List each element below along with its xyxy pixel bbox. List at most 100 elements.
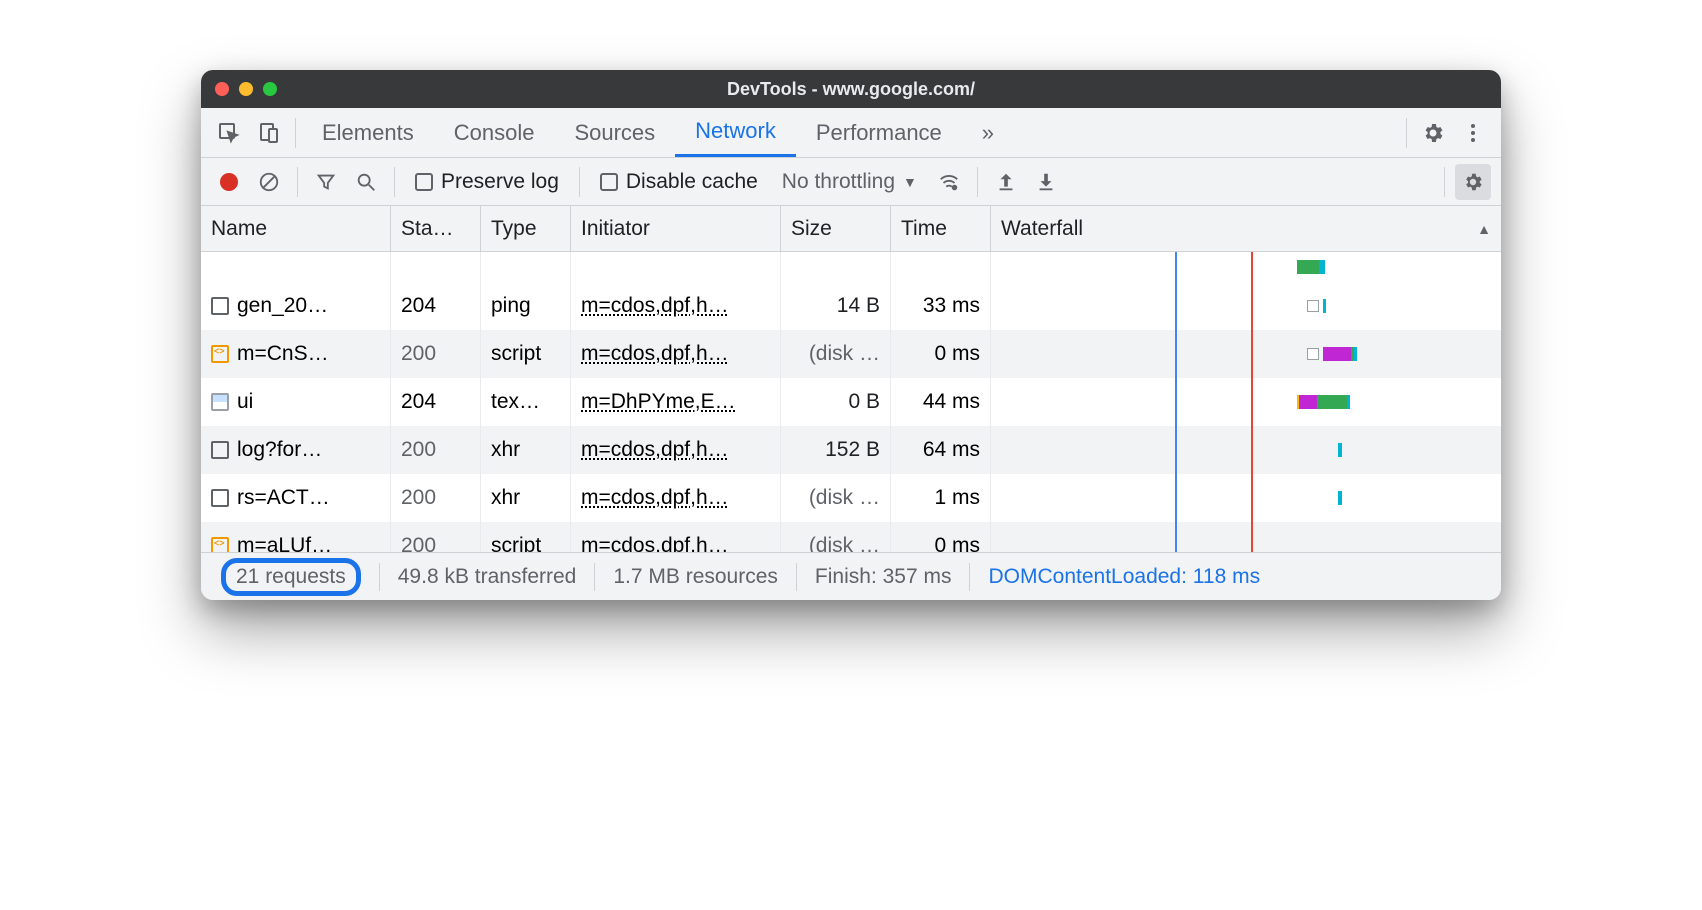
kebab-menu-icon[interactable] <box>1453 113 1493 153</box>
request-size: (disk … <box>781 474 891 522</box>
col-waterfall[interactable]: Waterfall ▲ <box>991 206 1501 251</box>
search-icon[interactable] <box>348 164 384 200</box>
table-row[interactable]: gen_20…204pingm=cdos,dpf,h…14 B33 ms <box>201 282 1501 330</box>
request-waterfall <box>991 474 1501 522</box>
filter-icon[interactable] <box>308 164 344 200</box>
inspect-element-icon[interactable] <box>209 113 249 153</box>
request-status: 200 <box>391 474 481 522</box>
request-time: 44 ms <box>891 378 991 426</box>
request-initiator[interactable]: m=cdos,dpf,h… <box>571 474 781 522</box>
divider <box>394 167 395 197</box>
col-type[interactable]: Type <box>481 206 571 251</box>
request-initiator[interactable]: m=DhPYme,E… <box>571 378 781 426</box>
request-size: 0 B <box>781 378 891 426</box>
titlebar: DevTools - www.google.com/ <box>201 70 1501 108</box>
disable-cache-checkbox[interactable]: Disable cache <box>600 170 758 194</box>
request-name: m=aLUf… <box>237 534 332 552</box>
col-initiator[interactable]: Initiator <box>571 206 781 251</box>
maximize-window-button[interactable] <box>263 82 277 96</box>
table-body: gen_20…204pingm=cdos,dpf,h…14 B33 msm=Cn… <box>201 252 1501 552</box>
request-status: 204 <box>391 282 481 330</box>
requests-count-highlight: 21 requests <box>221 558 361 596</box>
stat-requests: 21 requests <box>215 563 380 591</box>
doc-file-icon <box>211 297 229 315</box>
record-button[interactable] <box>211 164 247 200</box>
throttling-select[interactable]: No throttling ▼ <box>782 170 917 194</box>
network-conditions-icon[interactable] <box>931 164 967 200</box>
request-waterfall <box>991 378 1501 426</box>
device-toolbar-icon[interactable] <box>249 113 289 153</box>
download-har-icon[interactable] <box>1028 164 1064 200</box>
request-name: ui <box>237 390 253 414</box>
request-initiator[interactable]: m=cdos,dpf,h… <box>571 282 781 330</box>
stat-resources: 1.7 MB resources <box>595 563 797 591</box>
request-waterfall <box>991 330 1501 378</box>
request-name: m=CnS… <box>237 342 329 366</box>
request-waterfall <box>991 282 1501 330</box>
doc-file-icon <box>211 441 229 459</box>
divider <box>297 167 298 197</box>
table-row[interactable]: m=CnS… 200scriptm=cdos,dpf,h…(disk …0 ms <box>201 330 1501 378</box>
request-initiator[interactable]: m=cdos,dpf,h… <box>571 522 781 552</box>
table-row[interactable]: ui204tex…m=DhPYme,E…0 B44 ms <box>201 378 1501 426</box>
clear-button[interactable] <box>251 164 287 200</box>
stat-domcontentloaded: DOMContentLoaded: 118 ms <box>970 563 1278 591</box>
checkbox-icon <box>415 173 433 191</box>
table-row[interactable]: m=aLUf…200scriptm=cdos,dpf,h…(disk …0 ms <box>201 522 1501 552</box>
request-name: log?for… <box>237 438 322 462</box>
img-file-icon <box>211 393 229 411</box>
settings-gear-icon[interactable] <box>1413 113 1453 153</box>
divider <box>295 118 296 148</box>
request-initiator[interactable]: m=cdos,dpf,h… <box>571 330 781 378</box>
upload-har-icon[interactable] <box>988 164 1024 200</box>
divider <box>1444 167 1445 197</box>
table-header-row: Name Sta… Type Initiator Size Time Water… <box>201 206 1501 252</box>
network-settings-gear-icon[interactable] <box>1455 164 1491 200</box>
request-time: 0 ms <box>891 330 991 378</box>
divider <box>579 167 580 197</box>
col-size[interactable]: Size <box>781 206 891 251</box>
divider <box>1406 118 1407 148</box>
waterfall-overview-row <box>201 252 1501 282</box>
request-type: xhr <box>481 474 571 522</box>
table-row[interactable]: log?for…200xhrm=cdos,dpf,h…152 B64 ms <box>201 426 1501 474</box>
stat-finish: Finish: 357 ms <box>797 563 971 591</box>
request-status: 200 <box>391 330 481 378</box>
tab-network[interactable]: Network <box>675 108 796 157</box>
stat-transferred: 49.8 kB transferred <box>380 563 596 591</box>
table-row[interactable]: rs=ACT…200xhrm=cdos,dpf,h…(disk …1 ms <box>201 474 1501 522</box>
divider <box>977 167 978 197</box>
request-time: 33 ms <box>891 282 991 330</box>
close-window-button[interactable] <box>215 82 229 96</box>
request-time: 0 ms <box>891 522 991 552</box>
request-size: (disk … <box>781 522 891 552</box>
minimize-window-button[interactable] <box>239 82 253 96</box>
request-type: xhr <box>481 426 571 474</box>
col-time[interactable]: Time <box>891 206 991 251</box>
checkbox-icon <box>600 173 618 191</box>
col-name[interactable]: Name <box>201 206 391 251</box>
tab-console[interactable]: Console <box>434 108 555 157</box>
network-statusbar: 21 requests 49.8 kB transferred 1.7 MB r… <box>201 552 1501 600</box>
chevron-down-icon: ▼ <box>903 174 917 190</box>
request-waterfall <box>991 522 1501 552</box>
tab-elements[interactable]: Elements <box>302 108 434 157</box>
request-status: 200 <box>391 522 481 552</box>
col-status[interactable]: Sta… <box>391 206 481 251</box>
doc-file-icon <box>211 489 229 507</box>
request-type: ping <box>481 282 571 330</box>
network-toolbar: Preserve log Disable cache No throttling… <box>201 158 1501 206</box>
request-time: 1 ms <box>891 474 991 522</box>
request-status: 204 <box>391 378 481 426</box>
tabs-overflow[interactable]: » <box>962 108 1014 157</box>
window-controls <box>215 82 277 96</box>
devtools-tabstrip: Elements Console Sources Network Perform… <box>201 108 1501 158</box>
preserve-log-checkbox[interactable]: Preserve log <box>415 170 559 194</box>
request-size: (disk … <box>781 330 891 378</box>
request-type: script <box>481 330 571 378</box>
request-initiator[interactable]: m=cdos,dpf,h… <box>571 426 781 474</box>
tab-performance[interactable]: Performance <box>796 108 962 157</box>
tab-sources[interactable]: Sources <box>554 108 675 157</box>
script-file-icon <box>211 537 229 552</box>
request-status: 200 <box>391 426 481 474</box>
